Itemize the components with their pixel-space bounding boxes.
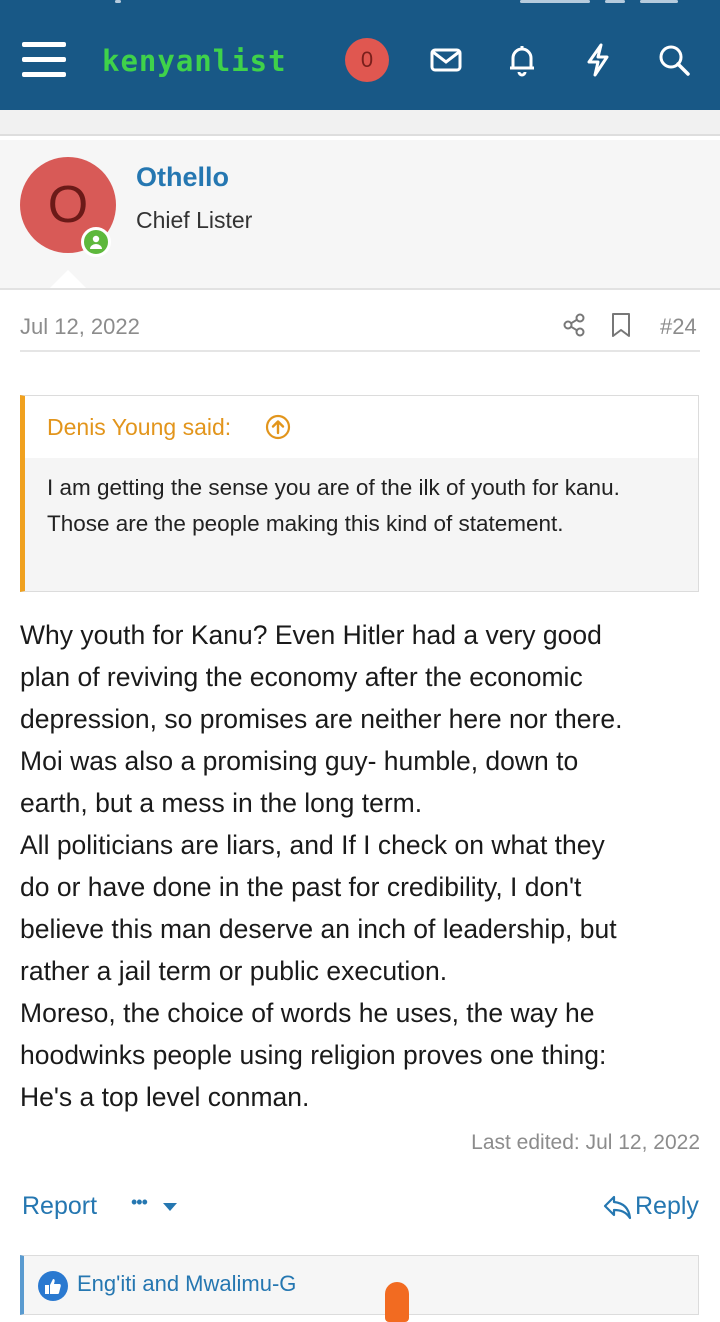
reaction-users-link[interactable]: Eng'iti and Mwalimu-G <box>77 1271 296 1297</box>
status-bar-wifi <box>605 0 625 3</box>
quote-header: Denis Young said: <box>25 396 698 458</box>
share-icon[interactable] <box>561 312 587 338</box>
site-logo[interactable]: kenyanlist <box>102 44 287 78</box>
search-icon[interactable] <box>654 40 694 80</box>
bolt-icon[interactable] <box>578 40 618 80</box>
arrow-up-circle-icon[interactable] <box>265 414 291 440</box>
envelope-icon[interactable] <box>426 40 466 80</box>
message-line: rather a jail term or public execution. <box>20 956 448 986</box>
reactions-bar[interactable]: Eng'iti and Mwalimu-G <box>20 1255 699 1315</box>
status-bar-battery <box>640 0 678 3</box>
chevron-down-icon <box>163 1203 177 1211</box>
post-message-body: Why youth for Kanu? Even Hitler had a ve… <box>20 614 710 1118</box>
post-meta-divider <box>20 350 700 352</box>
message-line: depression, so promises are neither here… <box>20 704 623 734</box>
status-bar-signal <box>520 0 590 3</box>
quote-text: I am getting the sense you are of the il… <box>47 475 620 536</box>
reply-arrow-icon <box>602 1194 632 1220</box>
quote-body: I am getting the sense you are of the il… <box>25 458 698 591</box>
user-header-pointer <box>50 270 86 288</box>
more-dots-icon: ••• <box>131 1192 148 1212</box>
report-button[interactable]: Report <box>22 1192 97 1221</box>
last-edited-note: Last edited: Jul 12, 2022 <box>471 1131 700 1154</box>
menu-icon[interactable] <box>22 40 68 80</box>
message-line: All politicians are liars, and If I chec… <box>20 830 605 860</box>
bell-icon[interactable] <box>502 40 542 80</box>
post-date[interactable]: Jul 12, 2022 <box>20 314 140 340</box>
content-top-divider <box>0 110 720 136</box>
message-line: Moreso, the choice of words he uses, the… <box>20 998 595 1028</box>
quote-block: Denis Young said: I am getting the sense… <box>20 395 699 592</box>
message-line: plan of reviving the economy after the e… <box>20 662 583 692</box>
message-line: hoodwinks people using religion proves o… <box>20 1040 607 1070</box>
status-bar-indicator <box>115 0 121 3</box>
thumbs-up-icon <box>38 1271 68 1301</box>
message-line: He's a top level conman. <box>20 1082 310 1112</box>
online-status-icon <box>81 227 111 257</box>
bookmark-icon[interactable] <box>609 312 633 338</box>
post-number-link[interactable]: #24 <box>660 314 697 340</box>
post-user-header: O Othello Chief Lister <box>0 140 720 290</box>
username-link[interactable]: Othello <box>136 162 229 193</box>
notification-count-badge[interactable]: 0 <box>345 38 389 82</box>
message-line: do or have done in the past for credibil… <box>20 872 582 902</box>
more-options-button[interactable]: ••• <box>131 1192 181 1220</box>
top-navigation-bar: kenyanlist 0 <box>0 0 720 111</box>
message-line: Moi was also a promising guy- humble, do… <box>20 746 579 776</box>
message-line: believe this man deserve an inch of lead… <box>20 914 617 944</box>
message-line: Why youth for Kanu? Even Hitler had a ve… <box>20 620 602 650</box>
reply-label: Reply <box>635 1192 699 1220</box>
quote-author-link[interactable]: Denis Young said: <box>47 414 231 441</box>
message-line: earth, but a mess in the long term. <box>20 788 423 818</box>
scroll-handle[interactable] <box>385 1282 409 1322</box>
user-title: Chief Lister <box>136 207 253 233</box>
